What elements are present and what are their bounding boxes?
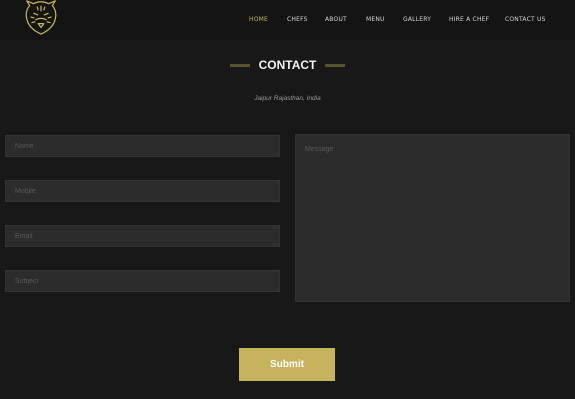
subject-field[interactable] (5, 270, 280, 292)
message-field[interactable] (295, 134, 570, 302)
email-field[interactable] (5, 225, 280, 247)
mobile-field[interactable] (5, 180, 280, 202)
nav-item-contact-us[interactable]: CONTACT US (505, 16, 546, 24)
page-title: CONTACT (258, 58, 317, 72)
nav-item-chefs[interactable]: CHEFS (287, 16, 308, 24)
name-field[interactable] (5, 135, 280, 157)
section-heading: CONTACT (0, 57, 575, 73)
submit-button[interactable]: Submit (239, 348, 335, 381)
nav-item-gallery[interactable]: GALLERY (403, 16, 431, 24)
location-text: Jaipur Rajasthan, India (254, 95, 321, 102)
nav-item-menu[interactable]: MENU (366, 16, 385, 24)
header: HOME CHEFS ABOUT MENU GALLERY HIRE A CHE… (0, 0, 575, 40)
main-nav: HOME CHEFS ABOUT MENU GALLERY HIRE A CHE… (0, 16, 575, 26)
heading-right-rule (325, 64, 345, 67)
nav-item-about[interactable]: ABOUT (325, 16, 347, 24)
nav-item-home[interactable]: HOME (249, 16, 268, 24)
nav-item-hire-a-chef[interactable]: HIRE A CHEF (449, 16, 489, 24)
contact-page: HOME CHEFS ABOUT MENU GALLERY HIRE A CHE… (0, 0, 575, 399)
